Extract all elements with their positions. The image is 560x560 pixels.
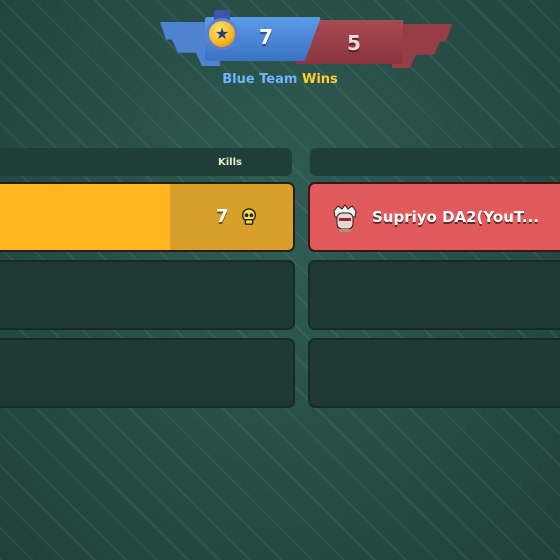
red-player-row-3[interactable] <box>308 338 560 408</box>
skull-icon <box>242 208 256 225</box>
result-outcome: Wins <box>301 72 338 87</box>
blue-player-row-3[interactable] <box>0 338 295 408</box>
kills-column-header: Kills <box>218 157 242 168</box>
blue-score: 7 <box>259 25 273 49</box>
result-team: Blue Team <box>222 72 298 87</box>
star-medal-icon: ★ <box>206 18 238 50</box>
red-player-row-2[interactable] <box>308 260 560 330</box>
red-header-bar <box>310 148 560 176</box>
avatar-icon <box>333 204 357 232</box>
match-result: Blue Team Wins <box>0 72 560 87</box>
blue-header-bar <box>0 148 292 176</box>
red-player-name: Supriyo DA2(YouT... <box>372 208 539 226</box>
blue-player-row-2[interactable] <box>0 260 295 330</box>
kills-value: 7 <box>216 206 229 227</box>
red-score: 5 <box>347 31 361 55</box>
